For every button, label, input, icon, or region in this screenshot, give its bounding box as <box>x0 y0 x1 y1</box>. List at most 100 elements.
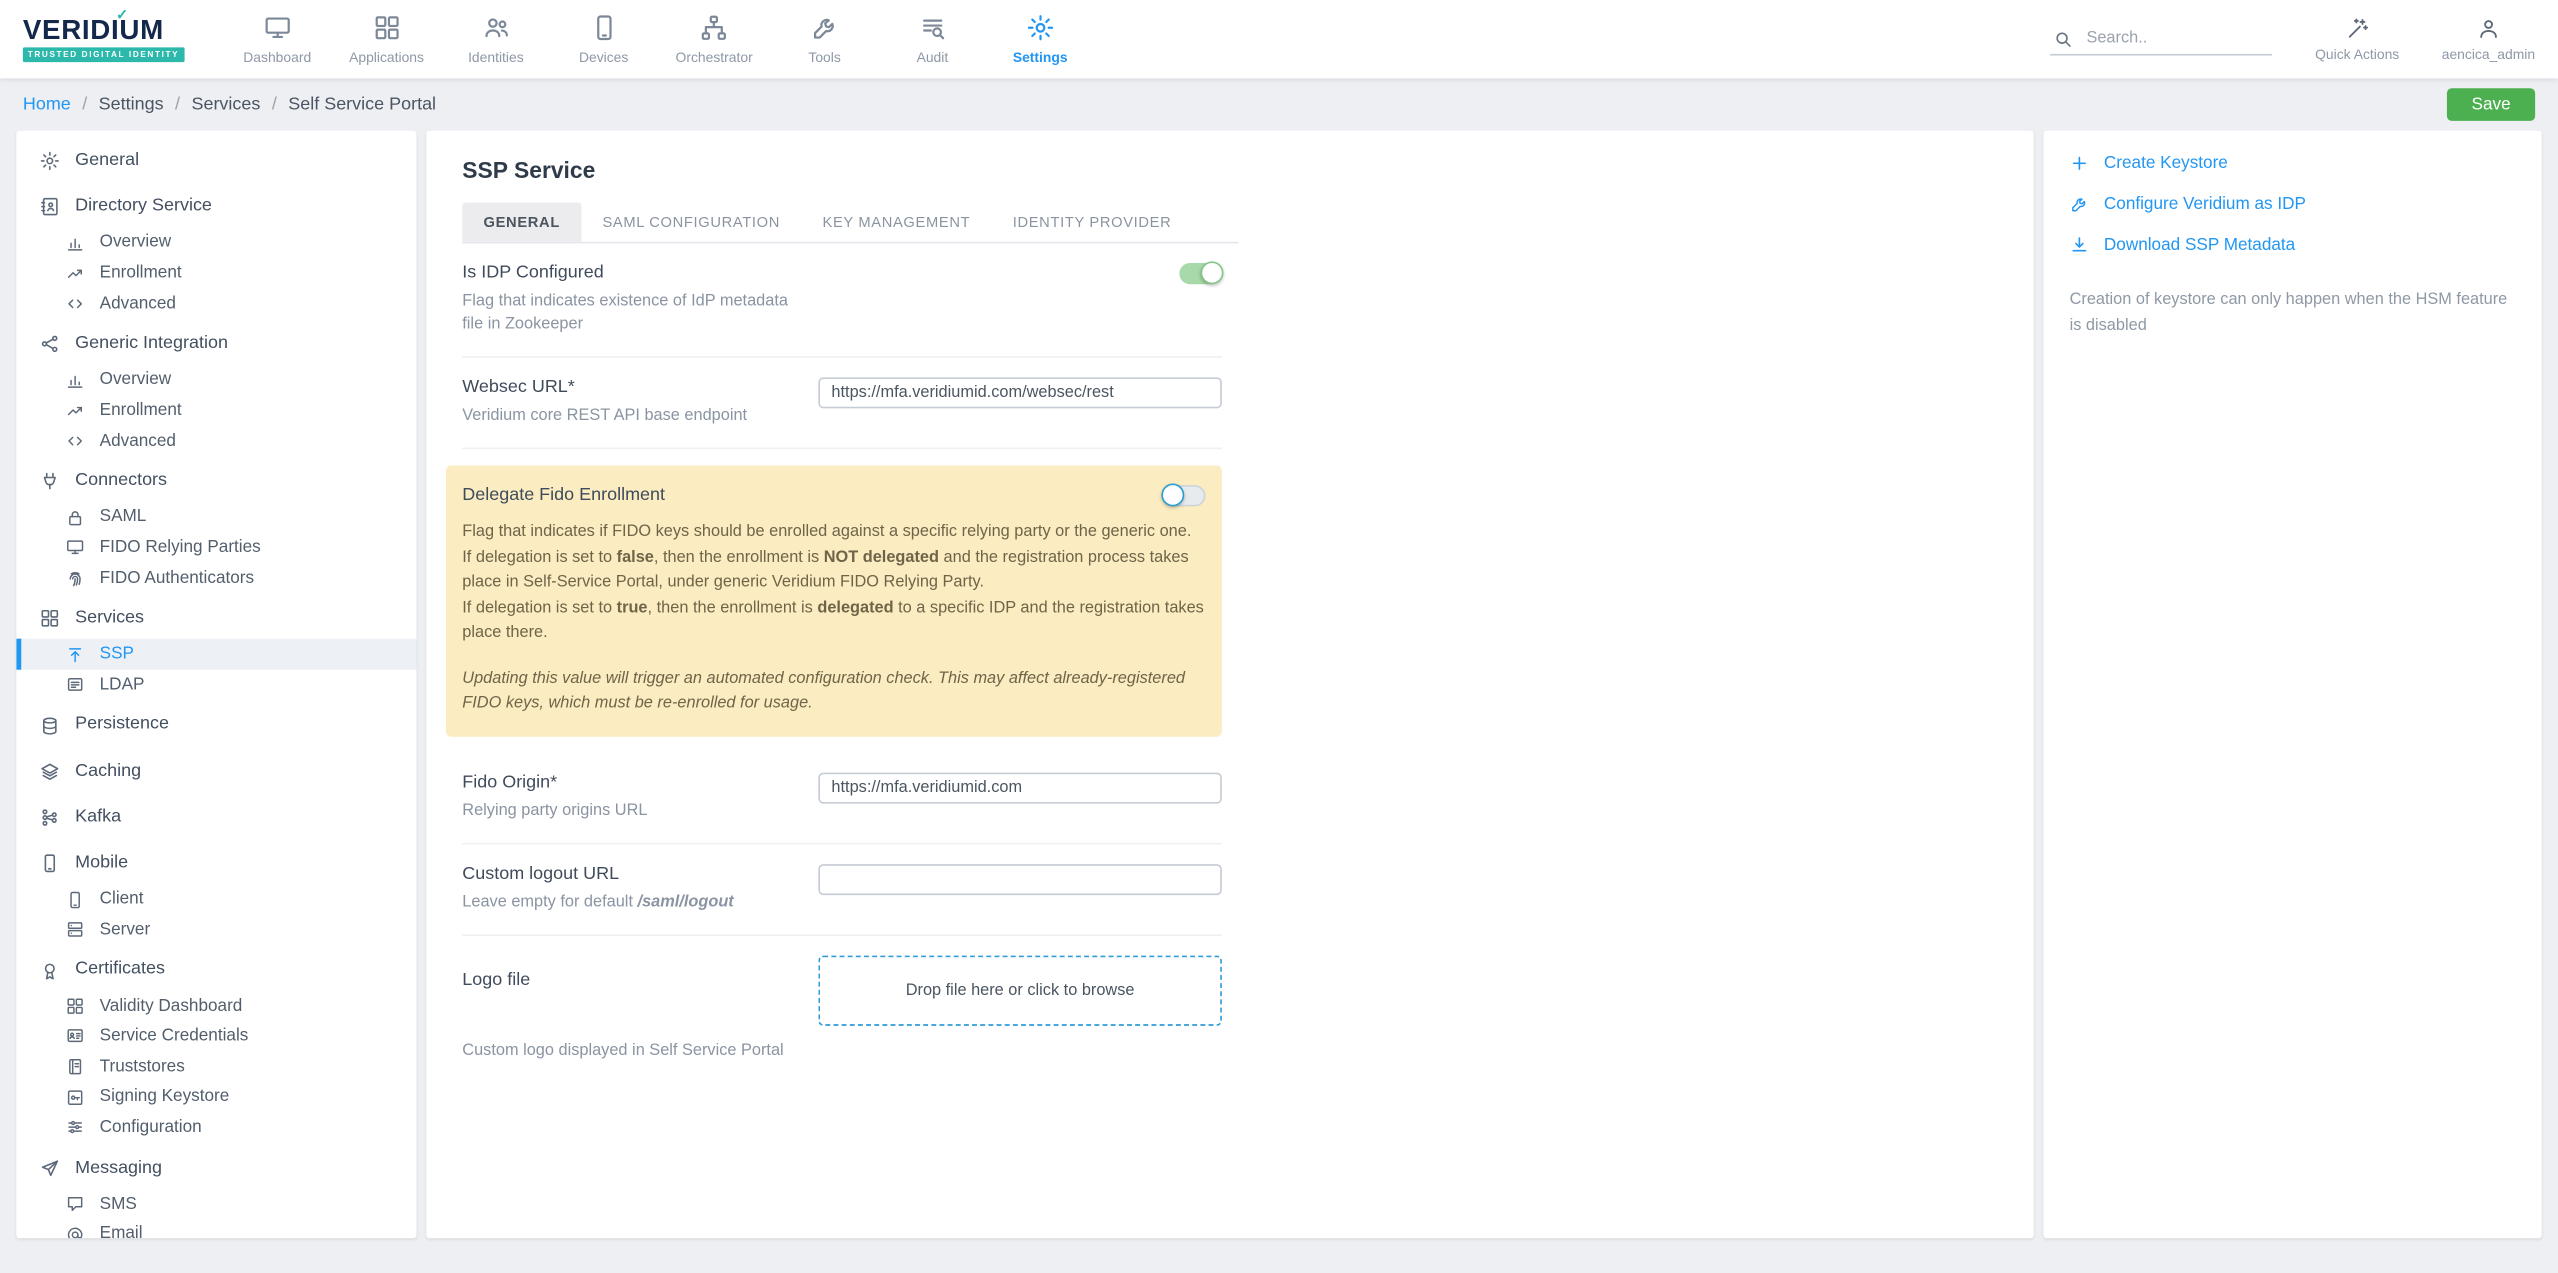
sidebar-item-mobile[interactable]: Mobile <box>16 843 416 884</box>
save-button[interactable]: Save <box>2447 88 2535 121</box>
grid-icon <box>372 13 401 42</box>
sidebar-item-label: Server <box>100 919 151 940</box>
top-navbar: VERIDIUM✓ TRUSTED DIGITAL IDENTITY Dashb… <box>0 0 2558 78</box>
quick-actions-label: Quick Actions <box>2315 46 2399 62</box>
row-control <box>818 263 1221 284</box>
breadcrumb-item-services[interactable]: Services <box>191 95 260 115</box>
nav-item-label: Orchestrator <box>676 49 753 65</box>
quick-actions-button[interactable]: Quick Actions <box>2315 16 2399 62</box>
delegate-fido-toggle[interactable] <box>1163 485 1205 506</box>
is-idp-configured-label: Is IDP Configured <box>462 263 808 283</box>
breadcrumb-separator: / <box>82 95 87 115</box>
tab-identity-provider[interactable]: IDENTITY PROVIDER <box>991 203 1192 242</box>
sidebar-item-enrollment[interactable]: Enrollment <box>16 395 416 425</box>
sidebar-item-label: Mobile <box>75 853 128 875</box>
dropzone-text: Drop file here or click to browse <box>906 981 1135 999</box>
user-menu[interactable]: aencica_admin <box>2442 16 2535 62</box>
breadcrumb-item-home[interactable]: Home <box>23 95 71 115</box>
row-control <box>818 772 1221 803</box>
tab-general[interactable]: GENERAL <box>462 203 581 242</box>
grid-icon <box>39 608 60 629</box>
nav-item-applications[interactable]: Applications <box>331 0 442 78</box>
sidebar-item-caching[interactable]: Caching <box>16 751 416 792</box>
gear-icon <box>1026 13 1055 42</box>
action-create-keystore[interactable]: Create Keystore <box>2070 154 2516 174</box>
websec-url-input[interactable] <box>818 377 1221 408</box>
notebook-icon <box>65 1057 85 1077</box>
sidebar-item-configuration[interactable]: Configuration <box>16 1112 416 1142</box>
sidebar-item-service-credentials[interactable]: Service Credentials <box>16 1021 416 1051</box>
nav-item-devices[interactable]: Devices <box>550 0 658 78</box>
tab-saml-configuration[interactable]: SAML CONFIGURATION <box>581 203 801 242</box>
fido-origin-input[interactable] <box>818 772 1221 803</box>
sidebar-item-fido-authenticators[interactable]: FIDO Authenticators <box>16 563 416 593</box>
sidebar-item-messaging[interactable]: Messaging <box>16 1148 416 1189</box>
sidebar-item-label: Service Credentials <box>100 1026 249 1047</box>
delegate-desc-line: If delegation is set to false, then the … <box>462 545 1205 596</box>
nav-item-orchestrator[interactable]: Orchestrator <box>658 0 771 78</box>
monitor-icon <box>263 13 292 42</box>
sliders-icon <box>65 1118 85 1138</box>
sidebar-item-server[interactable]: Server <box>16 914 416 944</box>
sidebar-item-services[interactable]: Services <box>16 598 416 639</box>
sidebar-item-advanced[interactable]: Advanced <box>16 426 416 456</box>
delegate-fido-enrollment-section: Delegate Fido Enrollment Flag that indic… <box>446 466 1222 736</box>
topnav-items: DashboardApplicationsIdentitiesDevices Or… <box>223 0 1094 78</box>
custom-logout-url-input[interactable] <box>818 863 1221 894</box>
sidebar-item-truststores[interactable]: Truststores <box>16 1052 416 1082</box>
sidebar-item-ssp[interactable]: SSP <box>16 639 416 669</box>
sidebar-item-label: Configuration <box>100 1117 202 1138</box>
sidebar-item-overview[interactable]: Overview <box>16 365 416 395</box>
sidebar-item-advanced[interactable]: Advanced <box>16 288 416 318</box>
sidebar-item-overview[interactable]: Overview <box>16 228 416 258</box>
row-control: Drop file here or click to browse <box>818 955 1221 1025</box>
sidebar-item-persistence[interactable]: Persistence <box>16 705 416 746</box>
sidebar-item-connectors[interactable]: Connectors <box>16 461 416 502</box>
sidebar-item-generic-integration[interactable]: Generic Integration <box>16 324 416 365</box>
is-idp-configured-toggle[interactable] <box>1179 263 1221 284</box>
breadcrumb-item-settings[interactable]: Settings <box>99 95 164 115</box>
sidebar-item-directory-service[interactable]: Directory Service <box>16 187 416 228</box>
sidebar-item-label: LDAP <box>100 674 145 695</box>
user-icon <box>2476 16 2501 41</box>
sidebar-item-ldap[interactable]: LDAP <box>16 670 416 700</box>
sidebar-item-client[interactable]: Client <box>16 884 416 914</box>
sidebar-item-validity-dashboard[interactable]: Validity Dashboard <box>16 991 416 1021</box>
custom-logout-url-label: Custom logout URL <box>462 863 733 883</box>
action-configure-veridium-as-idp[interactable]: Configure Veridium as IDP <box>2070 194 2516 214</box>
tab-bar: GENERALSAML CONFIGURATIONKEY MANAGEMENTI… <box>462 203 1238 244</box>
sidebar-item-enrollment[interactable]: Enrollment <box>16 258 416 288</box>
nav-item-dashboard[interactable]: Dashboard <box>223 0 331 78</box>
chart-icon <box>65 370 85 390</box>
search-input[interactable] <box>2083 28 2269 49</box>
nav-item-identities[interactable]: Identities <box>442 0 550 78</box>
sidebar-item-saml[interactable]: SAML <box>16 502 416 532</box>
brand-logo[interactable]: VERIDIUM✓ TRUSTED DIGITAL IDENTITY <box>23 16 184 62</box>
sidebar-item-email[interactable]: Email <box>16 1219 416 1238</box>
nav-item-audit[interactable]: Audit <box>878 0 986 78</box>
sidebar-item-kafka[interactable]: Kafka <box>16 797 416 838</box>
trend-icon <box>65 401 85 421</box>
logo-file-dropzone[interactable]: Drop file here or click to browse <box>818 955 1221 1025</box>
upload-icon <box>65 645 85 665</box>
sidebar-item-certificates[interactable]: Certificates <box>16 950 416 991</box>
user-name-label: aencica_admin <box>2442 46 2535 62</box>
sidebar-item-signing-keystore[interactable]: Signing Keystore <box>16 1082 416 1112</box>
fido-origin-desc: Relying party origins URL <box>462 800 647 823</box>
sidebar-item-label: Certificates <box>75 960 165 982</box>
sidebar-item-label: Enrollment <box>100 263 182 284</box>
content-layout: GeneralDirectory ServiceOverviewEnrollme… <box>0 131 2558 1238</box>
nav-item-tools[interactable]: Tools <box>771 0 879 78</box>
fingerprint-icon <box>65 568 85 588</box>
action-download-ssp-metadata[interactable]: Download SSP Metadata <box>2070 235 2516 255</box>
fido-origin-label: Fido Origin* <box>462 772 647 792</box>
keystore-hsm-note: Creation of keystore can only happen whe… <box>2070 287 2516 338</box>
sidebar-item-sms[interactable]: SMS <box>16 1189 416 1219</box>
action-label: Configure Veridium as IDP <box>2104 194 2306 214</box>
sidebar-item-general[interactable]: General <box>16 140 416 181</box>
tab-key-management[interactable]: KEY MANAGEMENT <box>801 203 991 242</box>
nav-item-settings[interactable]: Settings <box>986 0 1094 78</box>
sidebar-item-fido-relying-parties[interactable]: FIDO Relying Parties <box>16 532 416 562</box>
text-segment: Leave empty for default <box>462 893 637 911</box>
grid-icon <box>65 996 85 1016</box>
